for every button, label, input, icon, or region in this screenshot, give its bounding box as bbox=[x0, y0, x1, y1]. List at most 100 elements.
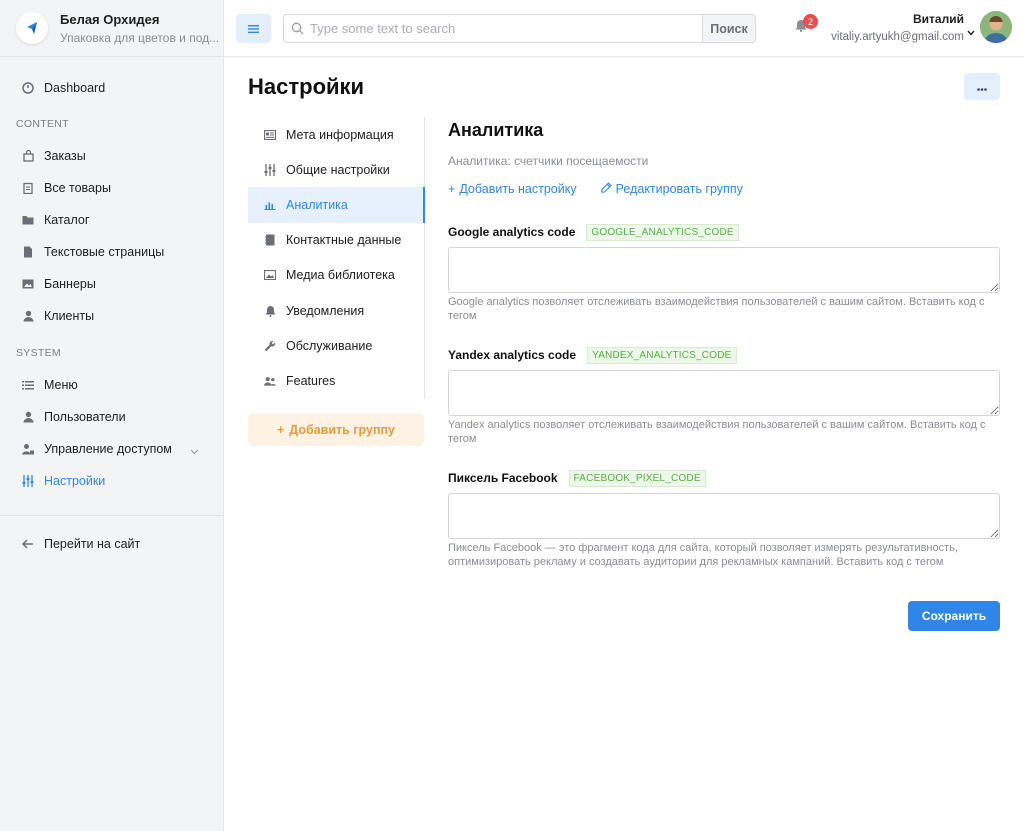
sidebar-item-label: Баннеры bbox=[44, 277, 96, 291]
search-input[interactable] bbox=[310, 15, 702, 42]
newspaper-icon bbox=[264, 129, 276, 141]
sidebar-item-menu[interactable]: Меню bbox=[0, 369, 223, 401]
sidebar-item-clients[interactable]: Клиенты bbox=[0, 300, 223, 332]
sidebar-nav: Dashboard CONTENT Заказы Все товары Ката… bbox=[0, 57, 223, 560]
settings-tab-label: Обслуживание bbox=[286, 338, 373, 353]
sliders-icon bbox=[22, 475, 34, 487]
bag-icon bbox=[22, 150, 34, 162]
ellipsis-icon bbox=[977, 78, 987, 96]
settings-tab-label: Уведомления bbox=[286, 303, 365, 318]
sidebar-item-label: Управление доступом bbox=[44, 442, 172, 456]
user-icon bbox=[22, 310, 34, 322]
sidebar-item-label: Текстовые страницы bbox=[44, 245, 165, 259]
hamburger-icon bbox=[248, 20, 259, 38]
field-help: Yandex analytics позволяет отслеживать в… bbox=[448, 419, 986, 445]
wrench-icon bbox=[264, 340, 276, 352]
menu-toggle-button[interactable] bbox=[236, 14, 271, 43]
field-code-badge: YANDEX_ANALYTICS_CODE bbox=[587, 346, 737, 364]
facebook-pixel-textarea[interactable] bbox=[448, 493, 1000, 539]
sidebar-item-settings[interactable]: Настройки bbox=[0, 465, 223, 497]
gauge-icon bbox=[22, 82, 34, 94]
more-actions-button[interactable] bbox=[964, 73, 1000, 100]
field-code-badge: GOOGLE_ANALYTICS_CODE bbox=[586, 223, 739, 241]
sidebar-section-content: CONTENT bbox=[16, 118, 69, 130]
field-yandex-analytics: Yandex analytics code YANDEX_ANALYTICS_C… bbox=[448, 346, 1000, 446]
field-google-analytics: Google analytics code GOOGLE_ANALYTICS_C… bbox=[448, 223, 1000, 323]
notifications-badge: 2 bbox=[803, 14, 818, 29]
settings-tab-contacts[interactable]: Контактные данные bbox=[248, 223, 425, 258]
save-button[interactable]: Сохранить bbox=[908, 601, 1000, 631]
settings-tab-analytics[interactable]: Аналитика bbox=[248, 187, 425, 223]
sidebar-item-access-control[interactable]: Управление доступом bbox=[0, 433, 223, 465]
edit-group-label: Редактировать группу bbox=[615, 182, 743, 196]
user-name: Виталий bbox=[913, 12, 964, 26]
sidebar-item-dashboard[interactable]: Dashboard bbox=[0, 72, 223, 104]
address-book-icon bbox=[264, 234, 276, 246]
chevron-down-icon bbox=[190, 444, 199, 458]
search-button[interactable]: Поиск bbox=[702, 15, 755, 42]
brand[interactable]: Белая Орхидея Упаковка для цветов и под.… bbox=[0, 0, 223, 57]
field-facebook-pixel: Пиксель Facebook FACEBOOK_PIXEL_CODE Пик… bbox=[448, 469, 1000, 569]
sidebar-item-label: Все товары bbox=[44, 181, 111, 195]
file-icon bbox=[22, 246, 34, 258]
field-label: Google analytics code bbox=[448, 225, 576, 239]
settings-tab-label: Контактные данные bbox=[286, 233, 402, 248]
sidebar-item-text-pages[interactable]: Текстовые страницы bbox=[0, 236, 223, 268]
search-icon bbox=[284, 15, 310, 42]
sidebar-item-label: Каталог bbox=[44, 213, 90, 227]
settings-tab-general[interactable]: Общие настройки bbox=[248, 152, 425, 187]
sidebar-item-banners[interactable]: Баннеры bbox=[0, 268, 223, 300]
brand-subtitle: Упаковка для цветов и под... bbox=[60, 30, 220, 45]
add-group-button[interactable]: + Добавить группу bbox=[248, 414, 424, 446]
sidebar-item-orders[interactable]: Заказы bbox=[0, 140, 223, 172]
google-analytics-textarea[interactable] bbox=[448, 247, 1000, 293]
settings-tab-maintenance[interactable]: Обслуживание bbox=[248, 328, 425, 363]
analytics-section: Аналитика Аналитика: счетчики посещаемос… bbox=[448, 117, 1000, 568]
settings-tab-media[interactable]: Медиа библиотека bbox=[248, 258, 425, 293]
settings-tab-features[interactable]: Features bbox=[248, 363, 425, 398]
sidebar-item-products[interactable]: Все товары bbox=[0, 172, 223, 204]
field-label: Пиксель Facebook bbox=[448, 471, 558, 485]
add-group-label: Добавить группу bbox=[289, 423, 395, 437]
pencil-icon bbox=[600, 182, 612, 196]
sidebar-section-system: SYSTEM bbox=[16, 347, 61, 359]
plus-icon: + bbox=[276, 423, 285, 437]
notifications-button[interactable]: 2 bbox=[795, 14, 818, 37]
settings-tab-meta[interactable]: Мета информация bbox=[248, 117, 425, 152]
user-menu[interactable]: Виталий vitaliy.artyukh@gmail.com bbox=[831, 12, 964, 43]
section-title: Аналитика bbox=[448, 120, 544, 140]
goto-site-link[interactable]: Перейти на сайт bbox=[0, 528, 223, 560]
sidebar-item-users[interactable]: Пользователи bbox=[0, 401, 223, 433]
sidebar-item-label: Пользователи bbox=[44, 410, 126, 424]
chevron-down-icon[interactable] bbox=[967, 23, 975, 41]
avatar[interactable] bbox=[980, 11, 1012, 43]
clipboard-icon bbox=[22, 182, 34, 194]
settings-tab-notifications[interactable]: Уведомления bbox=[248, 293, 425, 328]
settings-tab-label: Мета информация bbox=[286, 127, 394, 142]
section-actions: + Добавить настройку Редактировать групп… bbox=[448, 182, 1000, 196]
plus-icon: + bbox=[448, 182, 456, 196]
bell-icon bbox=[264, 305, 276, 317]
list-icon bbox=[22, 379, 34, 391]
yandex-analytics-textarea[interactable] bbox=[448, 370, 1000, 416]
field-help: Пиксель Facebook — это фрагмент кода для… bbox=[448, 542, 958, 568]
folder-icon bbox=[22, 214, 34, 226]
settings-tab-label: Общие настройки bbox=[286, 162, 390, 177]
sidebar-item-catalog[interactable]: Каталог bbox=[0, 204, 223, 236]
users-icon bbox=[264, 375, 276, 387]
brand-name: Белая Орхидея bbox=[60, 11, 160, 27]
bar-chart-icon bbox=[264, 199, 276, 211]
image-icon bbox=[22, 278, 34, 290]
sidebar: Белая Орхидея Упаковка для цветов и под.… bbox=[0, 0, 224, 831]
edit-group-link[interactable]: Редактировать группу bbox=[600, 182, 743, 196]
sidebar-item-label: Dashboard bbox=[44, 81, 106, 95]
field-help: Google analytics позволяет отслеживать в… bbox=[448, 296, 985, 322]
add-setting-link[interactable]: + Добавить настройку bbox=[448, 182, 577, 196]
settings-tab-label: Аналитика bbox=[286, 197, 348, 212]
page-title: Настройки bbox=[248, 74, 365, 99]
sidebar-item-label: Клиенты bbox=[44, 309, 95, 323]
topbar: Поиск 2 Виталий vitaliy.artyukh@gmail.co… bbox=[224, 0, 1024, 57]
goto-site-label: Перейти на сайт bbox=[44, 537, 141, 551]
settings-tab-label: Features bbox=[286, 373, 336, 388]
brand-logo-icon bbox=[16, 12, 48, 44]
